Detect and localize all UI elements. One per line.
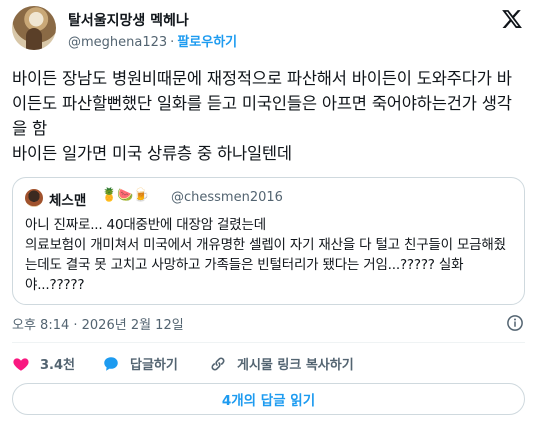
tweet-timestamp[interactable]: 오후 8:14 · 2026년 2월 12일 [12,314,184,333]
quoted-name-emojis: 🍍🍉🍺 [101,188,150,203]
quoted-display-name: 체스맨 [49,193,87,209]
author-handle[interactable]: @meghena123 [68,35,167,50]
quoted-tweet-text: 아니 진짜로... 40대중반에 대장암 걸렸는데 의료보험이 개미쳐서 미국에… [25,217,506,293]
tweet-header: 탈서울지망생 멕헤나 @meghena123 · 팔로우하기 [12,6,525,58]
likes-count: 3.4천 [40,358,75,373]
tweet-text: 바이든 장남도 병원비때문에 재정적으로 파산해서 바이든이 도와주다가 바이든… [12,69,512,163]
x-logo-icon[interactable] [501,8,523,30]
follow-button[interactable]: 팔로우하기 [177,35,237,50]
copy-link-button[interactable]: 게시물 링크 복사하기 [209,354,354,373]
reply-button[interactable]: 답글하기 [102,354,178,373]
read-replies-button[interactable]: 4개의 답글 읽기 [12,383,525,415]
link-icon [211,356,225,371]
author-display-name[interactable]: 탈서울지망생 멕헤나 [68,10,189,30]
reply-label: 답글하기 [130,358,178,373]
quoted-tweet[interactable]: 체스맨 🍍🍉🍺 @chessmen2016 아니 진짜로... 40대중반에 대… [12,177,525,305]
like-button[interactable]: 3.4천 [12,354,75,373]
reply-bubble-icon [104,356,118,371]
divider [12,342,525,343]
author-handle-line: @meghena123 · 팔로우하기 [68,31,237,50]
copy-link-label: 게시물 링크 복사하기 [237,358,354,373]
separator-dot: · [170,35,175,50]
heart-icon [13,357,29,371]
quoted-handle: @chessmen2016 [171,190,283,205]
action-bar: 3.4천 답글하기 게시물 링크 복사하기 [12,354,525,374]
quoted-avatar [25,189,43,207]
info-icon[interactable] [506,314,524,332]
avatar[interactable] [12,6,56,50]
